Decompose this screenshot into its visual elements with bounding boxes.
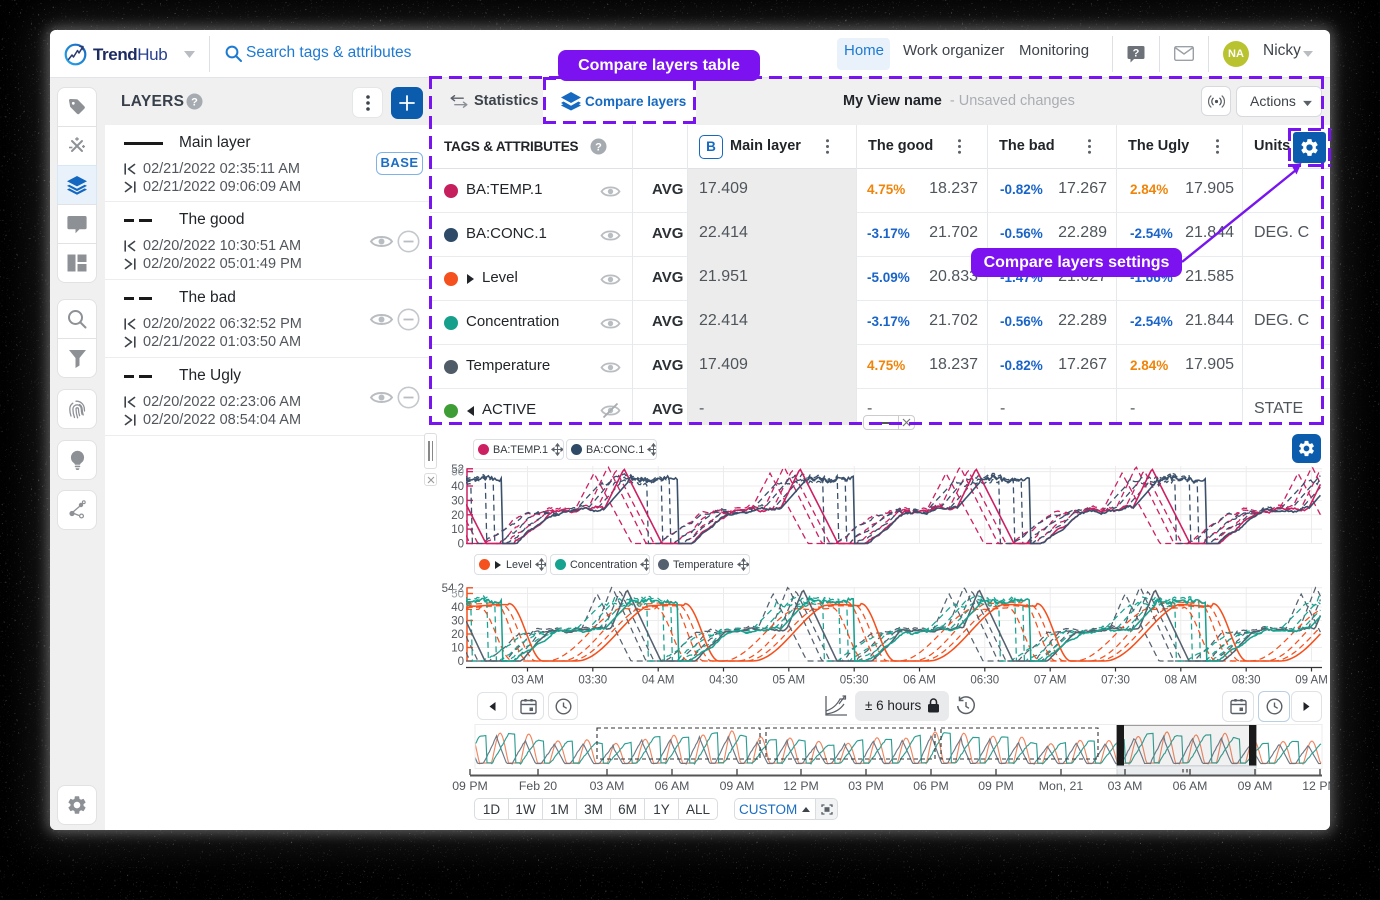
svg-text:12 PM: 12 PM — [1302, 779, 1330, 793]
svg-text:50: 50 — [451, 589, 464, 601]
svg-text:20: 20 — [451, 629, 464, 641]
svg-text:09 PM: 09 PM — [452, 779, 488, 793]
svg-text:40: 40 — [451, 481, 464, 493]
svg-text:0: 0 — [458, 656, 464, 668]
svg-text:09 AM: 09 AM — [720, 779, 755, 793]
svg-text:09 AM: 09 AM — [1295, 675, 1328, 687]
svg-text:03 AM: 03 AM — [1108, 779, 1143, 793]
svg-text:04:30: 04:30 — [709, 675, 738, 687]
svg-text:05 AM: 05 AM — [772, 675, 805, 687]
svg-text:06 AM: 06 AM — [903, 675, 936, 687]
svg-text:07 AM: 07 AM — [1034, 675, 1067, 687]
svg-text:?: ? — [191, 97, 198, 109]
svg-text:10: 10 — [451, 524, 464, 536]
svg-text:03:30: 03:30 — [578, 675, 607, 687]
svg-text:Mon, 21: Mon, 21 — [1039, 779, 1084, 793]
svg-text:40: 40 — [451, 602, 464, 614]
svg-text:30: 30 — [451, 495, 464, 507]
svg-text:06 AM: 06 AM — [1173, 779, 1208, 793]
svg-text:03 AM: 03 AM — [590, 779, 625, 793]
svg-text:06 AM: 06 AM — [655, 779, 690, 793]
svg-text:Feb 20: Feb 20 — [519, 779, 557, 793]
svg-text:09 AM: 09 AM — [1238, 779, 1273, 793]
svg-text:12 PM: 12 PM — [783, 779, 819, 793]
svg-text:10: 10 — [451, 643, 464, 655]
svg-text:08:30: 08:30 — [1232, 675, 1261, 687]
svg-text:0: 0 — [458, 539, 464, 551]
svg-text:?: ? — [595, 142, 602, 154]
svg-text:08 AM: 08 AM — [1164, 675, 1197, 687]
svg-text:07:30: 07:30 — [1101, 675, 1130, 687]
svg-text:05:30: 05:30 — [840, 675, 869, 687]
svg-text:09 PM: 09 PM — [978, 779, 1014, 793]
svg-text:06 PM: 06 PM — [913, 779, 949, 793]
svg-text:03 PM: 03 PM — [848, 779, 884, 793]
svg-text:04 AM: 04 AM — [642, 675, 675, 687]
svg-text:50: 50 — [451, 467, 464, 479]
svg-text:20: 20 — [451, 510, 464, 522]
svg-text:03 AM: 03 AM — [511, 675, 544, 687]
svg-text:?: ? — [1133, 48, 1140, 60]
svg-text:06:30: 06:30 — [970, 675, 999, 687]
svg-text:30: 30 — [451, 616, 464, 628]
